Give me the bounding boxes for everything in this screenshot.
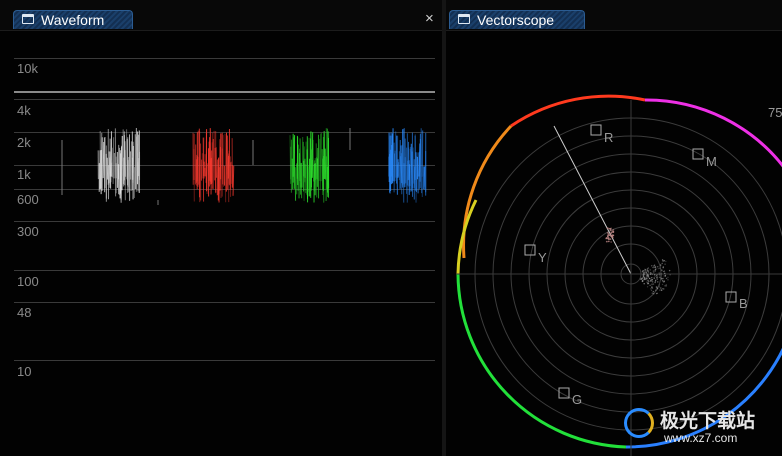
target-box-m xyxy=(692,148,704,160)
hue-ring-green xyxy=(456,273,627,449)
hue-ring-orange xyxy=(462,124,513,259)
target-box-y xyxy=(524,244,536,256)
target-label-b: B xyxy=(739,296,748,311)
waveform-channel-trace xyxy=(388,128,427,203)
target-box-r xyxy=(590,124,602,136)
vectorscope-panel: Vectorscope R M Y B G 75 极光下载站 www.xz7.c… xyxy=(446,0,782,456)
vectorscope-trace xyxy=(605,227,671,295)
target-label-m: M xyxy=(706,154,717,169)
waveform-channel-trace xyxy=(289,128,330,203)
percent-label: 75 xyxy=(768,105,782,120)
watermark: 极光下载站 www.xz7.com xyxy=(624,402,782,452)
target-label-y: Y xyxy=(538,250,547,265)
waveform-channel-trace xyxy=(97,128,141,203)
watermark-logo-icon xyxy=(624,408,654,438)
vectorscope-graticule: R M Y B G 75 xyxy=(456,94,782,456)
target-label-r: R xyxy=(604,130,613,145)
waveform-traces xyxy=(61,128,427,205)
waveform-channel-trace xyxy=(192,128,235,203)
watermark-text: 极光下载站 xyxy=(660,411,756,432)
hue-ring-red xyxy=(510,94,646,128)
watermark-url: www.xz7.com xyxy=(664,431,738,445)
skin-tone-line xyxy=(553,125,632,275)
target-label-g: G xyxy=(572,392,582,407)
waveform-panel: Waveform × 10k 4k 2k 1k 600 300 100 48 1… xyxy=(0,0,442,456)
